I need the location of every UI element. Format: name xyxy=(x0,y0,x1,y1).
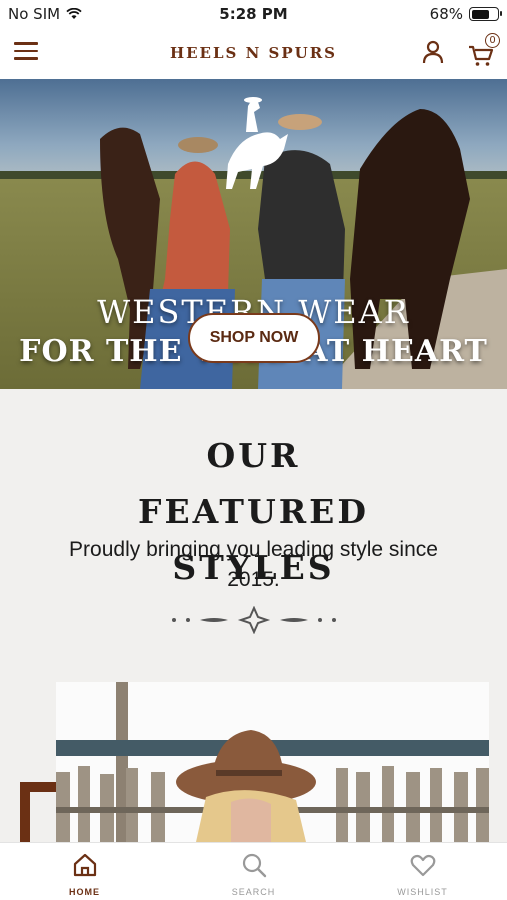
shop-now-button[interactable]: SHOP NOW xyxy=(188,313,320,363)
user-icon[interactable] xyxy=(420,39,446,65)
hamburger-menu-icon[interactable] xyxy=(14,42,38,62)
cart-button[interactable]: 0 xyxy=(467,33,501,68)
cart-count-badge: 0 xyxy=(485,33,500,48)
nav-home-label: HOME xyxy=(69,887,100,897)
product-frame-accent xyxy=(20,782,58,842)
status-bar: No SIM 5:28 PM 68% xyxy=(0,0,507,28)
battery-icon xyxy=(469,7,502,21)
bottom-navigation: HOME SEARCH WISHLIST xyxy=(0,842,507,900)
nav-search-label: SEARCH xyxy=(231,887,276,897)
app-header: HEELS N SPURS 0 xyxy=(0,28,507,79)
featured-product-image[interactable] xyxy=(56,682,489,842)
status-right: 68% xyxy=(429,5,502,23)
featured-subtitle: Proudly bringing you leading style since… xyxy=(69,538,438,591)
search-icon xyxy=(242,853,266,878)
ornamental-divider-icon xyxy=(172,606,336,634)
home-icon xyxy=(73,853,96,877)
battery-percent: 68% xyxy=(429,5,463,23)
product-photo xyxy=(56,682,489,842)
nav-wishlist-label: WISHLIST xyxy=(397,887,448,897)
heart-icon xyxy=(410,854,435,877)
battery-level xyxy=(471,9,489,19)
nav-home[interactable]: HOME xyxy=(0,843,169,900)
nav-wishlist[interactable]: WISHLIST xyxy=(338,843,507,900)
nav-search[interactable]: SEARCH xyxy=(169,843,338,900)
hero-banner[interactable]: WESTERN WEAR FOR THE WILD AT HEART SHOP … xyxy=(0,79,507,389)
